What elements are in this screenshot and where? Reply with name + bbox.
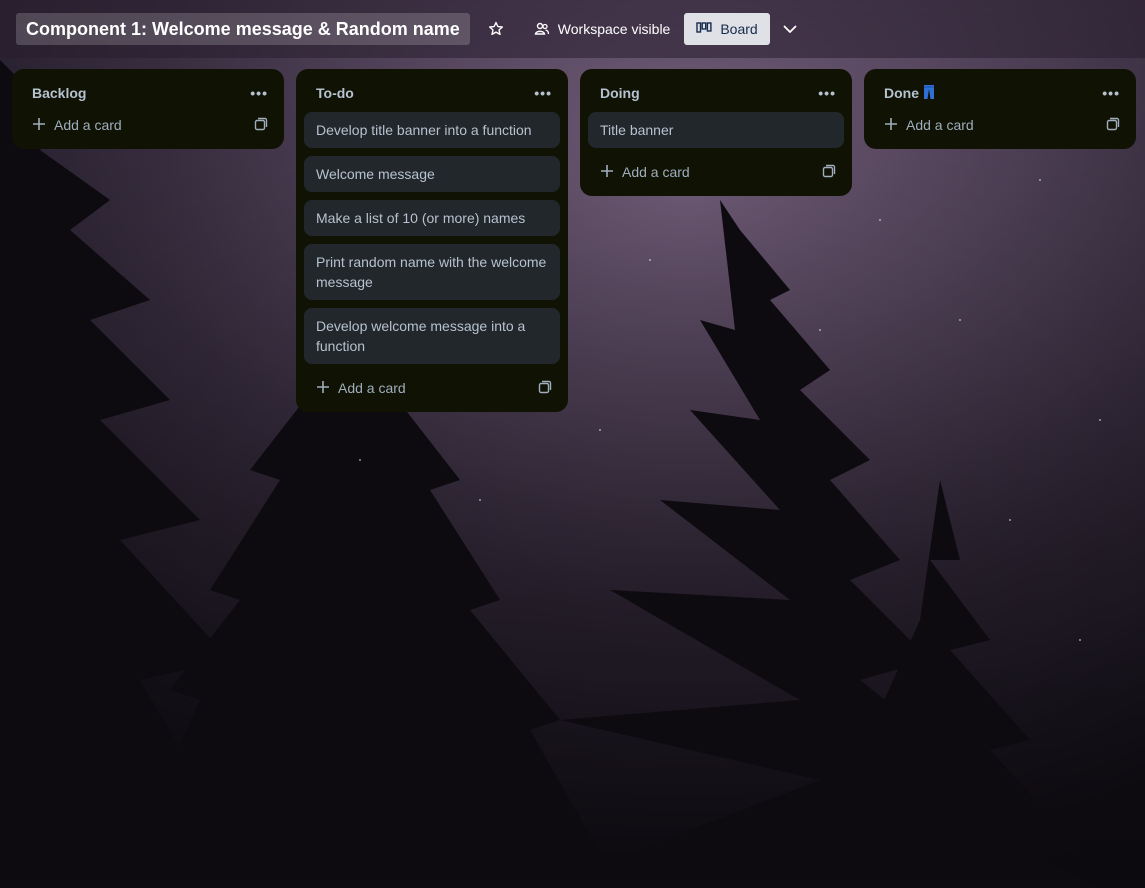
board-header: Component 1: Welcome message & Random na…: [0, 0, 1145, 58]
star-button[interactable]: [480, 13, 512, 45]
people-icon: [534, 21, 550, 37]
create-from-template-icon[interactable]: [822, 164, 836, 181]
view-switcher-button[interactable]: [774, 13, 806, 45]
jeans-emoji-icon: [923, 84, 935, 103]
card[interactable]: Develop welcome message into a function: [304, 308, 560, 364]
create-from-template-icon[interactable]: [254, 117, 268, 134]
board-title[interactable]: Component 1: Welcome message & Random na…: [16, 13, 470, 45]
list-menu-icon[interactable]: •••: [1102, 85, 1120, 101]
list-menu-icon[interactable]: •••: [250, 85, 268, 101]
card[interactable]: Make a list of 10 (or more) names: [304, 200, 560, 236]
add-card-button[interactable]: Add a card: [872, 109, 1128, 141]
list-menu-icon[interactable]: •••: [818, 85, 836, 101]
visibility-button[interactable]: Workspace visible: [526, 13, 679, 45]
list-header: Doing •••: [588, 77, 844, 109]
board-view-button[interactable]: Board: [684, 13, 770, 45]
add-card-label: Add a card: [338, 380, 406, 396]
add-card-label: Add a card: [622, 164, 690, 180]
star-icon: [488, 21, 504, 37]
card[interactable]: Title banner: [588, 112, 844, 148]
list-menu-icon[interactable]: •••: [534, 85, 552, 101]
board-icon: [696, 21, 712, 37]
add-card-button[interactable]: Add a card: [588, 156, 844, 188]
card[interactable]: Welcome message: [304, 156, 560, 192]
list-header: Done •••: [872, 77, 1128, 109]
create-from-template-icon[interactable]: [1106, 117, 1120, 134]
plus-icon: [316, 380, 330, 397]
list-done: Done ••• Add a card: [864, 69, 1136, 149]
visibility-label: Workspace visible: [557, 21, 671, 37]
card[interactable]: Develop title banner into a function: [304, 112, 560, 148]
list-todo: To-do ••• Develop title banner into a fu…: [296, 69, 568, 412]
board-view-label: Board: [720, 21, 758, 37]
list-backlog: Backlog ••• Add a card: [12, 69, 284, 149]
list-title-wrap[interactable]: Done: [884, 84, 935, 103]
plus-icon: [600, 164, 614, 181]
list-title[interactable]: Doing: [600, 85, 640, 101]
chevron-down-icon: [782, 21, 798, 37]
plus-icon: [32, 117, 46, 134]
list-title: Done: [884, 85, 919, 101]
add-card-button[interactable]: Add a card: [304, 372, 560, 404]
list-header: Backlog •••: [20, 77, 276, 109]
add-card-label: Add a card: [906, 117, 974, 133]
plus-icon: [884, 117, 898, 134]
list-title[interactable]: To-do: [316, 85, 354, 101]
list-header: To-do •••: [304, 77, 560, 109]
list-title[interactable]: Backlog: [32, 85, 86, 101]
card[interactable]: Print random name with the welcome messa…: [304, 244, 560, 300]
list-doing: Doing ••• Title banner Add a card: [580, 69, 852, 196]
create-from-template-icon[interactable]: [538, 380, 552, 397]
add-card-label: Add a card: [54, 117, 122, 133]
add-card-button[interactable]: Add a card: [20, 109, 276, 141]
